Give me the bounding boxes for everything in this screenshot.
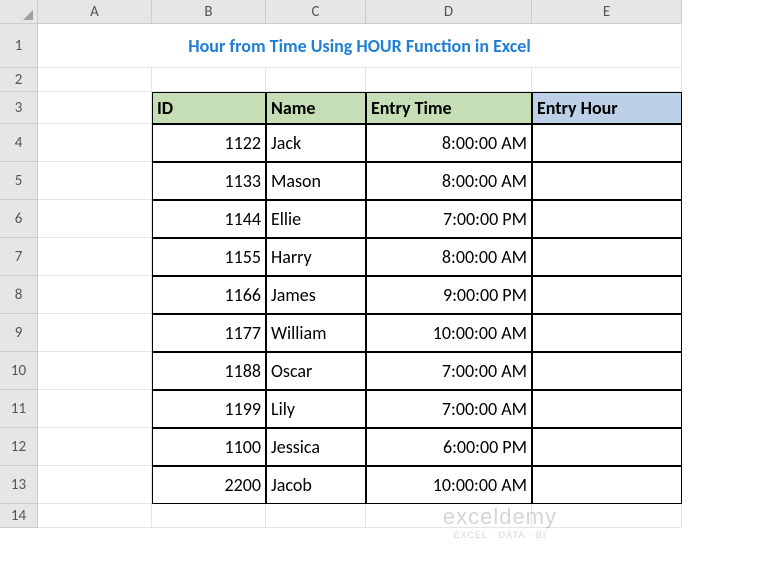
cell[interactable] — [38, 200, 152, 238]
watermark-brand: exceldemy — [443, 504, 557, 530]
cell-id[interactable]: 1155 — [152, 238, 266, 276]
cell-id[interactable]: 2200 — [152, 466, 266, 504]
cell-time[interactable]: 8:00:00 AM — [366, 124, 532, 162]
row-header-2[interactable]: 2 — [0, 68, 38, 92]
cell-name[interactable]: William — [266, 314, 366, 352]
cell[interactable] — [38, 92, 152, 124]
page-title: Hour from Time Using HOUR Function in Ex… — [38, 24, 682, 68]
cell-id[interactable]: 1199 — [152, 390, 266, 428]
header-id: ID — [152, 92, 266, 124]
header-entry-time: Entry Time — [366, 92, 532, 124]
cell-hour[interactable] — [532, 124, 682, 162]
cell-name[interactable]: Oscar — [266, 352, 366, 390]
row-header-6[interactable]: 6 — [0, 200, 38, 238]
cell-id[interactable]: 1100 — [152, 428, 266, 466]
row-header-1[interactable]: 1 — [0, 24, 38, 68]
row-headers: 1234567891011121314 — [0, 24, 38, 528]
cell[interactable] — [38, 314, 152, 352]
cell-time[interactable]: 9:00:00 PM — [366, 276, 532, 314]
cell-time[interactable]: 7:00:00 AM — [366, 390, 532, 428]
cell-id[interactable]: 1166 — [152, 276, 266, 314]
cell[interactable] — [366, 68, 532, 92]
cell-name[interactable]: Ellie — [266, 200, 366, 238]
row-header-13[interactable]: 13 — [0, 466, 38, 504]
cell-time[interactable]: 8:00:00 AM — [366, 162, 532, 200]
watermark-tag: EXCEL · DATA · BI — [443, 530, 557, 540]
cell[interactable] — [38, 390, 152, 428]
cell[interactable] — [152, 504, 266, 528]
cell-name[interactable]: Mason — [266, 162, 366, 200]
cell-hour[interactable] — [532, 276, 682, 314]
cell[interactable] — [38, 504, 152, 528]
cell-id[interactable]: 1177 — [152, 314, 266, 352]
row-header-9[interactable]: 9 — [0, 314, 38, 352]
row-header-5[interactable]: 5 — [0, 162, 38, 200]
row-header-3[interactable]: 3 — [0, 92, 38, 124]
column-header-B[interactable]: B — [152, 0, 266, 24]
row-header-11[interactable]: 11 — [0, 390, 38, 428]
cell-name[interactable]: Jessica — [266, 428, 366, 466]
cell[interactable] — [266, 504, 366, 528]
cell-name[interactable]: James — [266, 276, 366, 314]
cell[interactable] — [38, 428, 152, 466]
cell-hour[interactable] — [532, 466, 682, 504]
row-header-10[interactable]: 10 — [0, 352, 38, 390]
cell[interactable] — [532, 68, 682, 92]
row-header-14[interactable]: 14 — [0, 504, 38, 528]
watermark: exceldemy EXCEL · DATA · BI — [443, 504, 557, 540]
header-entry-hour: Entry Hour — [532, 92, 682, 124]
cell[interactable] — [38, 352, 152, 390]
cell-hour[interactable] — [532, 352, 682, 390]
cell-time[interactable]: 8:00:00 AM — [366, 238, 532, 276]
cell[interactable] — [152, 68, 266, 92]
cell-time[interactable]: 7:00:00 AM — [366, 352, 532, 390]
column-headers: ABCDE — [38, 0, 682, 24]
cell-name[interactable]: Jacob — [266, 466, 366, 504]
cell-time[interactable]: 10:00:00 AM — [366, 314, 532, 352]
row-header-4[interactable]: 4 — [0, 124, 38, 162]
cell-hour[interactable] — [532, 390, 682, 428]
cell-time[interactable]: 6:00:00 PM — [366, 428, 532, 466]
column-header-A[interactable]: A — [38, 0, 152, 24]
cell-hour[interactable] — [532, 200, 682, 238]
cell-time[interactable]: 10:00:00 AM — [366, 466, 532, 504]
cell-hour[interactable] — [532, 314, 682, 352]
row-header-8[interactable]: 8 — [0, 276, 38, 314]
column-header-E[interactable]: E — [532, 0, 682, 24]
cell-id[interactable]: 1144 — [152, 200, 266, 238]
cell-id[interactable]: 1122 — [152, 124, 266, 162]
cell[interactable] — [38, 238, 152, 276]
row-header-7[interactable]: 7 — [0, 238, 38, 276]
spreadsheet-grid: Hour from Time Using HOUR Function in Ex… — [38, 24, 682, 528]
cell[interactable] — [38, 162, 152, 200]
cell[interactable] — [266, 68, 366, 92]
cell-time[interactable]: 7:00:00 PM — [366, 200, 532, 238]
cell-hour[interactable] — [532, 238, 682, 276]
cell-name[interactable]: Lily — [266, 390, 366, 428]
cell-id[interactable]: 1188 — [152, 352, 266, 390]
cell-hour[interactable] — [532, 428, 682, 466]
column-header-C[interactable]: C — [266, 0, 366, 24]
cell-hour[interactable] — [532, 162, 682, 200]
header-name: Name — [266, 92, 366, 124]
cell-name[interactable]: Harry — [266, 238, 366, 276]
cell[interactable] — [38, 68, 152, 92]
cell-id[interactable]: 1133 — [152, 162, 266, 200]
cell[interactable] — [38, 276, 152, 314]
cell[interactable] — [38, 466, 152, 504]
cell[interactable] — [38, 124, 152, 162]
row-header-12[interactable]: 12 — [0, 428, 38, 466]
column-header-D[interactable]: D — [366, 0, 532, 24]
cell-name[interactable]: Jack — [266, 124, 366, 162]
select-all-corner[interactable] — [0, 0, 38, 24]
